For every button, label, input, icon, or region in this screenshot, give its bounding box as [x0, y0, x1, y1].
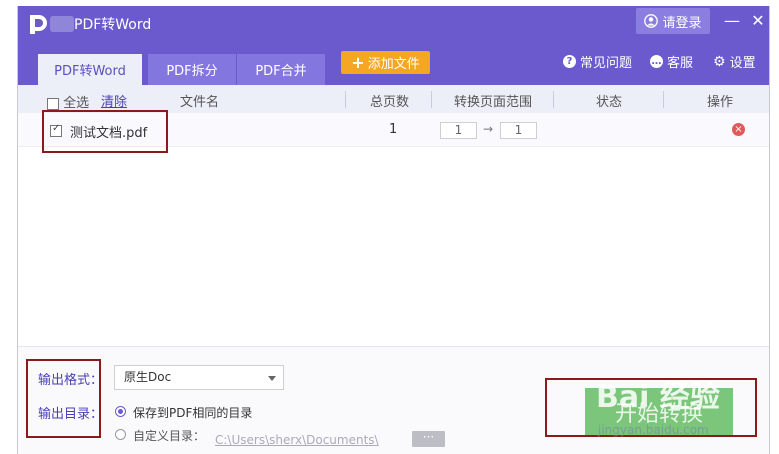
chevron-down-icon	[268, 376, 276, 381]
add-file-button[interactable]: + 添加文件	[341, 51, 430, 74]
column-divider	[431, 91, 432, 108]
radio-same-dir[interactable]	[115, 406, 126, 417]
tab-pdf-merge[interactable]: PDF合并	[237, 54, 325, 85]
highlight-box	[42, 110, 168, 153]
highlight-box	[26, 359, 101, 438]
title-blur	[50, 16, 74, 32]
delete-icon[interactable]: ×	[732, 123, 745, 136]
clear-link[interactable]: 清除	[101, 91, 127, 110]
column-divider	[345, 91, 346, 108]
format-value: 原生Doc	[124, 370, 172, 384]
watermark-url: jingyan.baidu.com	[598, 423, 709, 437]
arrow-right-icon: →	[483, 122, 494, 136]
settings-label: 设置	[729, 56, 756, 71]
watermark-logo: Bai 经验	[596, 380, 720, 415]
minimize-button[interactable]: —	[723, 11, 741, 31]
login-button[interactable]: 请登录	[636, 8, 710, 34]
radio-custom-dir[interactable]	[115, 429, 126, 440]
chat-icon: …	[650, 55, 663, 68]
same-dir-label: 保存到PDF相同的目录	[133, 406, 253, 420]
plus-icon: +	[351, 52, 365, 72]
gear-icon: ⚙	[713, 53, 726, 70]
service-label: 客服	[667, 56, 694, 71]
service-link[interactable]: … 客服	[650, 52, 693, 71]
column-actions: 操作	[707, 95, 734, 110]
column-filename: 文件名	[180, 95, 220, 110]
column-divider	[663, 91, 664, 108]
row-pages: 1	[389, 122, 398, 137]
title-bar: PDF转Word 请登录 — ✕	[18, 6, 769, 41]
faq-link[interactable]: ? 常见问题	[563, 52, 632, 71]
custom-path[interactable]: C:\Users\sherx\Documents\	[215, 433, 379, 447]
select-all-checkbox[interactable]	[47, 97, 59, 110]
login-label: 请登录	[662, 15, 702, 31]
select-all-label: 全选	[63, 96, 90, 111]
app-title: PDF转Word	[74, 17, 152, 33]
close-button[interactable]: ✕	[749, 11, 767, 31]
faq-label: 常见问题	[580, 56, 633, 71]
range-from-input[interactable]: 1	[440, 122, 477, 139]
add-file-label: 添加文件	[367, 57, 420, 72]
question-icon: ?	[563, 55, 576, 68]
settings-link[interactable]: ⚙ 设置	[713, 52, 756, 72]
tab-pdf-to-word[interactable]: PDF转Word	[38, 54, 142, 85]
user-icon	[644, 14, 659, 28]
column-pages: 总页数	[370, 95, 410, 110]
range-to-input[interactable]: 1	[500, 122, 537, 139]
column-range: 转换页面范围	[454, 95, 533, 110]
select-all[interactable]: 全选	[47, 92, 89, 111]
app-logo-icon	[30, 15, 47, 34]
format-select[interactable]: 原生Doc	[114, 365, 284, 390]
browse-button[interactable]: ···	[412, 431, 445, 447]
column-divider	[553, 91, 554, 108]
table-header: 全选 清除 文件名 总页数 转换页面范围 状态 操作	[18, 85, 769, 113]
custom-dir-label: 自定义目录：	[133, 429, 206, 443]
column-status: 状态	[596, 95, 623, 110]
tab-pdf-split[interactable]: PDF拆分	[148, 54, 236, 85]
